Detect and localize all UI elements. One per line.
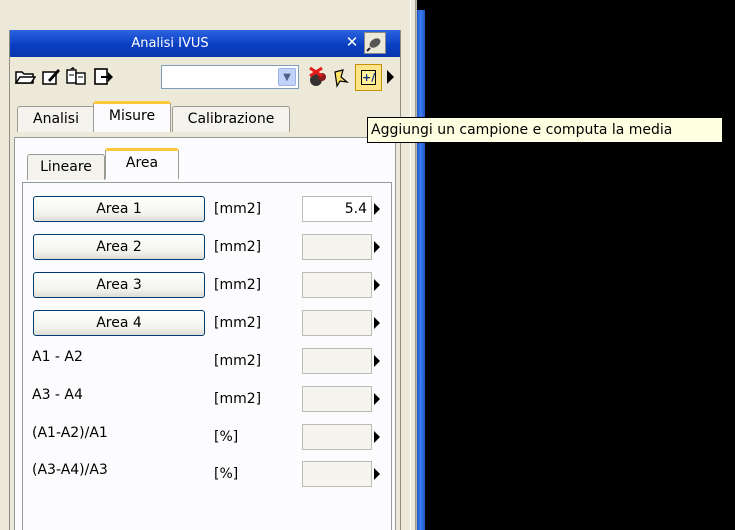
- a1-minus-a2-menu-arrow-icon[interactable]: [374, 355, 380, 367]
- tab-lineare[interactable]: Lineare: [27, 154, 105, 180]
- chevron-down-icon[interactable]: ▼: [278, 68, 296, 86]
- row-unit: [mm2]: [214, 315, 262, 331]
- add-sample-icon: +/: [361, 70, 376, 85]
- area-2-value[interactable]: [302, 234, 372, 260]
- multi-edit-icon[interactable]: [65, 66, 88, 89]
- app-window: Analisi IVUS ✕ ▼ +/ Analisi Misure Calib…: [0, 0, 735, 530]
- add-sample-button[interactable]: +/: [355, 64, 382, 91]
- row-unit: [mm2]: [214, 201, 262, 217]
- a3-minus-a4-menu-arrow-icon[interactable]: [374, 393, 380, 405]
- panel-splitter[interactable]: [410, 0, 416, 530]
- selection-combo[interactable]: ▼: [161, 65, 299, 89]
- area-1-value[interactable]: 5.4: [302, 196, 372, 222]
- toolbar: ▼ +/: [10, 64, 402, 96]
- a3-a4-ratio-menu-arrow-icon[interactable]: [374, 468, 380, 480]
- add-sample-tooltip: Aggiungi un campione e computa la media: [367, 117, 723, 143]
- row-unit: [%]: [214, 429, 239, 445]
- inner-tabs: Lineare Area: [23, 148, 383, 185]
- tab-area[interactable]: Area: [105, 148, 179, 179]
- pin-icon[interactable]: [364, 32, 386, 54]
- a1-a2-ratio-menu-arrow-icon[interactable]: [374, 431, 380, 443]
- area-3-button[interactable]: Area 3: [33, 272, 205, 298]
- a3-a4-ratio-label: (A3-A4)/A3: [32, 462, 108, 478]
- area-1-button[interactable]: Area 1: [33, 196, 205, 222]
- a1-minus-a2-label: A1 - A2: [32, 349, 83, 365]
- row-unit: [%]: [214, 466, 239, 482]
- remove-marker-icon[interactable]: [306, 66, 329, 89]
- outer-tabs: Analisi Misure Calibrazione: [9, 100, 401, 138]
- tab-misure[interactable]: Misure: [93, 101, 171, 132]
- a1-a2-ratio-label: (A1-A2)/A1: [32, 425, 108, 441]
- wand-icon[interactable]: [330, 66, 353, 89]
- row-unit: [mm2]: [214, 277, 262, 293]
- area-1-menu-arrow-icon[interactable]: [374, 203, 380, 215]
- a3-minus-a4-label: A3 - A4: [32, 387, 83, 403]
- area-4-menu-arrow-icon[interactable]: [374, 317, 380, 329]
- row-unit: [mm2]: [214, 391, 262, 407]
- area-4-button[interactable]: Area 4: [33, 310, 205, 336]
- close-icon[interactable]: ✕: [343, 34, 361, 52]
- a1-a2-ratio-value[interactable]: [302, 424, 372, 450]
- a3-a4-ratio-value[interactable]: [302, 461, 372, 487]
- a1-minus-a2-value[interactable]: [302, 348, 372, 374]
- area-3-menu-arrow-icon[interactable]: [374, 279, 380, 291]
- edit-document-icon[interactable]: [39, 66, 62, 89]
- viewer-border: [417, 10, 425, 530]
- area-2-button[interactable]: Area 2: [33, 234, 205, 260]
- area-3-value[interactable]: [302, 272, 372, 298]
- area-4-value[interactable]: [302, 310, 372, 336]
- image-viewer[interactable]: [417, 0, 735, 530]
- panel-title: Analisi IVUS: [131, 36, 209, 51]
- row-unit: [mm2]: [214, 353, 262, 369]
- open-folder-icon[interactable]: [13, 66, 36, 89]
- row-unit: [mm2]: [214, 239, 262, 255]
- tab-calibrazione[interactable]: Calibrazione: [172, 106, 290, 132]
- a3-minus-a4-value[interactable]: [302, 386, 372, 412]
- area-2-menu-arrow-icon[interactable]: [374, 241, 380, 253]
- toolbar-overflow-icon[interactable]: [387, 70, 394, 84]
- export-icon[interactable]: [91, 66, 114, 89]
- tab-analisi[interactable]: Analisi: [17, 106, 95, 132]
- panel-title-bar[interactable]: Analisi IVUS ✕: [10, 30, 400, 57]
